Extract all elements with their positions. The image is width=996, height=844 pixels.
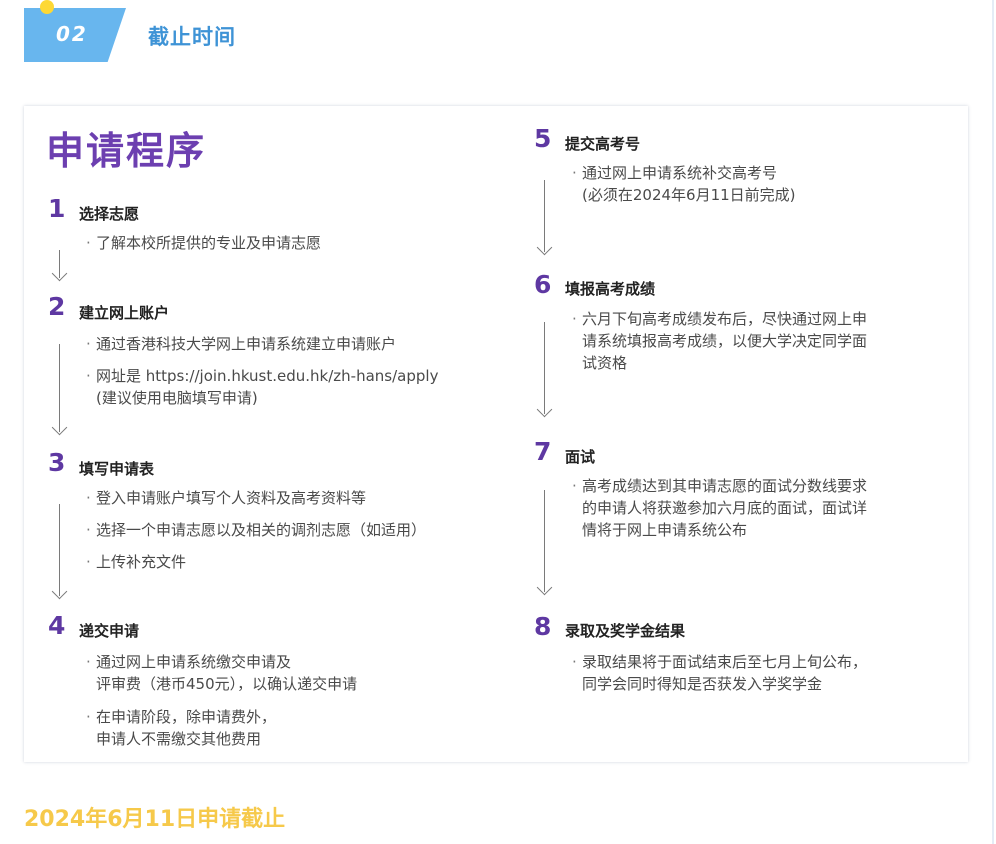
down-arrow-line [59,504,60,596]
step-title: 选择志愿 [79,205,140,223]
bullet-dot: · [572,477,577,495]
step-bullet: · 网址是 https://join.hkust.edu.hk/zh-hans/… [86,367,439,407]
step-number: 5 [534,124,552,153]
bullet-dot: · [572,164,577,182]
step-number: 8 [534,612,552,641]
bullet-dot: · [572,310,577,328]
section-number: 02 [56,22,88,46]
step-bullet: · 通过网上申请系统补交高考号 (必须在2024年6月11日前完成) [572,164,796,204]
arrow-down-icon [536,401,553,418]
page-right-border [992,0,994,844]
step-bullet: · 通过香港科技大学网上申请系统建立申请账户 [86,335,397,353]
bullet-dot: · [86,708,91,726]
bullet-dot: · [86,367,91,385]
step-number: 6 [534,270,552,299]
down-arrow-line [544,322,545,414]
section-header: 02 截止时间 [0,0,600,70]
arrow-down-icon [51,419,68,436]
bullet-dot: · [86,553,91,571]
card-title: 申请程序 [46,129,207,173]
decorative-dot [40,0,54,14]
step-bullet: · 选择一个申请志愿以及相关的调剂志愿（如适用） [86,521,427,539]
down-arrow-line [544,490,545,592]
step-title: 录取及奖学金结果 [565,622,686,640]
deadline-text: 2024年6月11日申请截止 [24,807,286,832]
step-bullet: · 六月下旬高考成绩发布后，尽快通过网上申 请系统填报高考成绩，以便大学决定同学… [572,310,868,372]
step-number: 4 [48,611,66,640]
section-title: 截止时间 [148,25,236,49]
bullet-dot: · [86,653,91,671]
step-bullet: · 上传补充文件 [86,553,187,571]
step-number: 3 [48,448,66,477]
arrow-down-icon [51,265,68,282]
bullet-dot: · [86,521,91,539]
arrow-down-icon [536,579,553,596]
step-title: 填报高考成绩 [565,280,656,298]
step-bullet: · 高考成绩达到其申请志愿的面试分数线要求 的申请人将获邀参加六月底的面试，面试… [572,477,868,539]
step-title: 提交高考号 [565,135,641,153]
bullet-dot: · [86,234,91,252]
step-bullet: · 了解本校所提供的专业及申请志愿 [86,234,322,252]
step-title: 填写申请表 [79,460,155,478]
step-bullet: · 在申请阶段，除申请费外， 申请人不需缴交其他费用 [86,708,277,748]
step-number: 2 [48,292,66,321]
step-title: 递交申请 [79,622,140,640]
bullet-dot: · [86,335,91,353]
step-bullet: · 通过网上申请系统缴交申请及 评审费（港币450元），以确认递交申请 [86,653,358,693]
arrow-down-icon [51,583,68,600]
step-number: 1 [48,194,66,223]
step-bullet: · 录取结果将于面试结束后至七月上旬公布， 同学会同时得知是否获发入学奖学金 [572,653,868,693]
step-number: 7 [534,437,552,466]
bullet-dot: · [86,489,91,507]
arrow-down-icon [536,239,553,256]
application-procedure-card: 申请程序 1 选择志愿 · 了解本校所提供的专业及申请志愿 2 建立网上账户 ·… [24,106,968,762]
bullet-dot: · [572,653,577,671]
step-title: 建立网上账户 [79,304,170,322]
step-title: 面试 [565,448,596,466]
step-bullet: · 登入申请账户填写个人资料及高考资料等 [86,489,367,507]
